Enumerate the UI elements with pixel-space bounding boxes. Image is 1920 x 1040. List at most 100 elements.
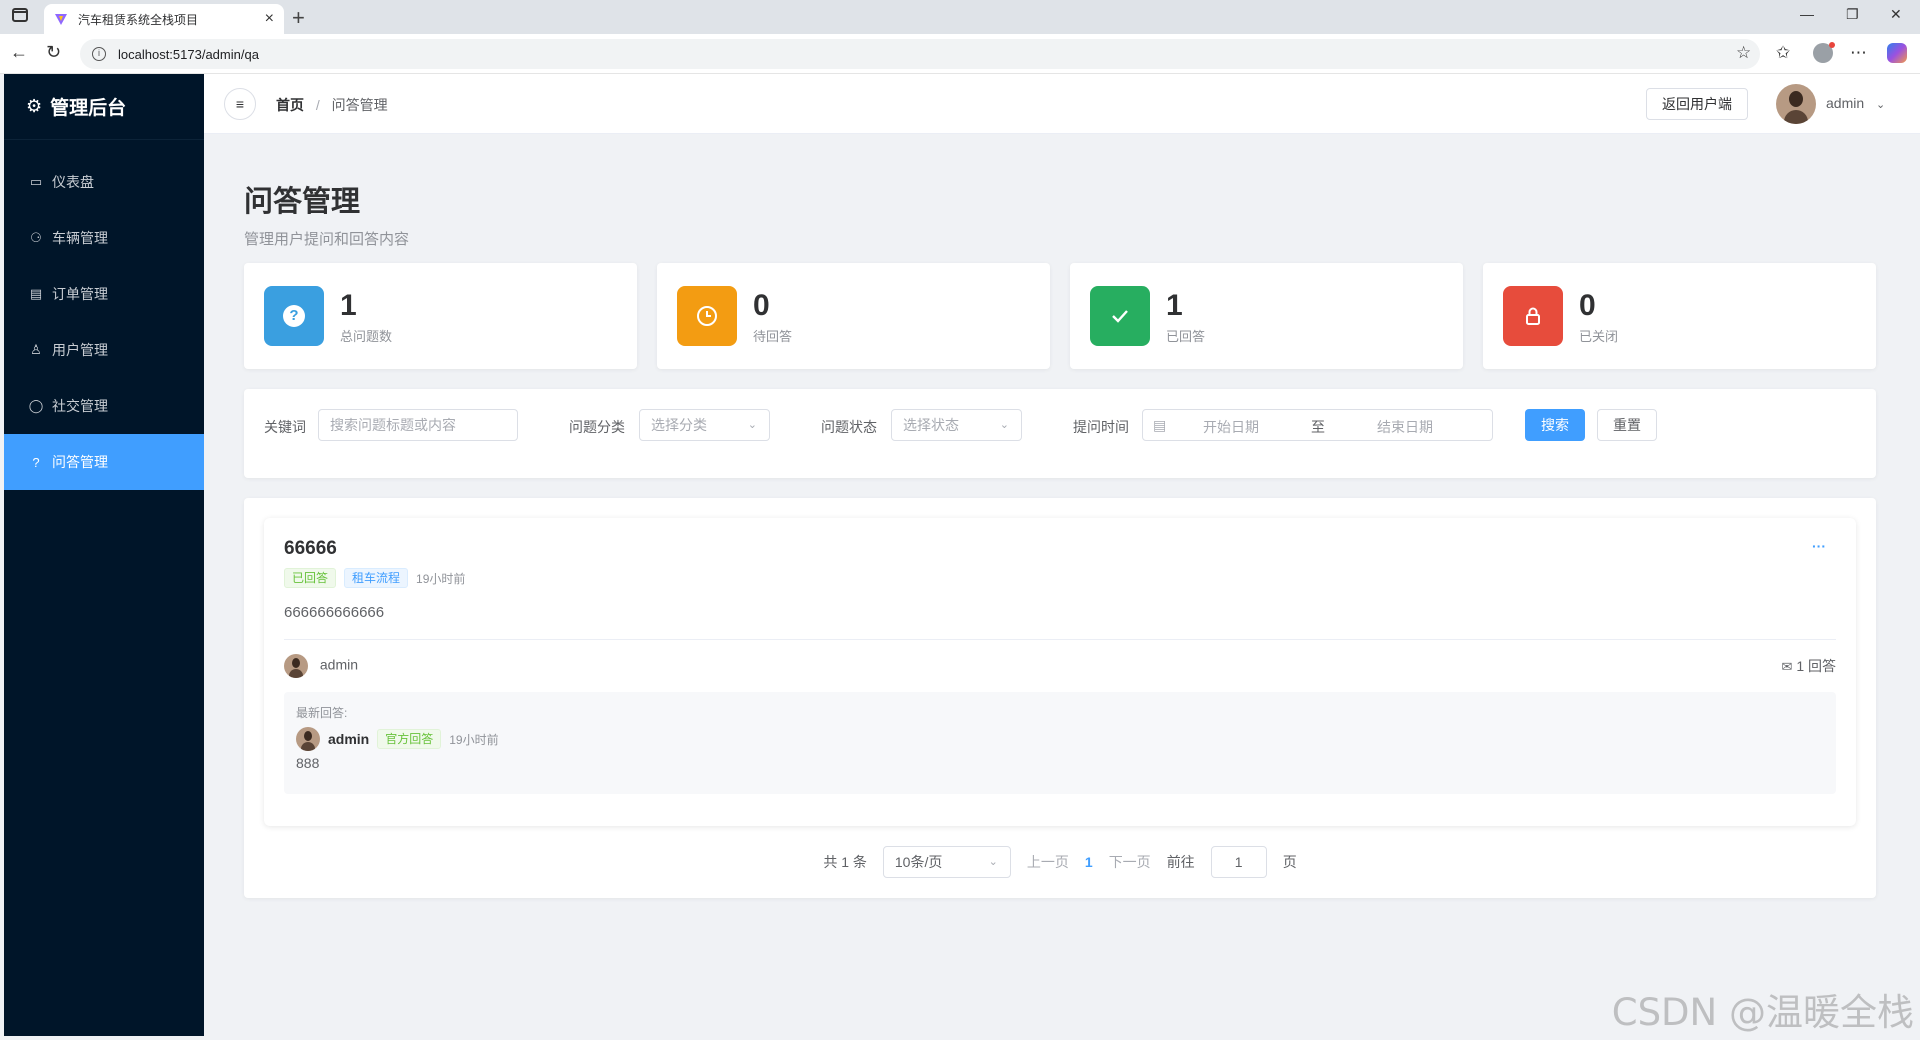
avatar (284, 654, 308, 678)
close-window-icon[interactable]: ✕ (1890, 6, 1902, 23)
tab-title: 汽车租赁系统全栈项目 (78, 12, 199, 27)
dashboard-icon: ▭ (29, 174, 43, 189)
avatar[interactable] (1776, 84, 1816, 124)
stat-label: 总问题数 (340, 328, 393, 344)
avatar (296, 727, 320, 751)
username: admin (1826, 95, 1865, 111)
page-size-select[interactable]: 10条/页 ⌄ (882, 846, 1011, 878)
status-label: 问题状态 (821, 419, 877, 435)
question-content: 666666666666 (284, 604, 385, 621)
reset-button[interactable]: 重置 (1597, 409, 1657, 441)
question-list-panel: 66666 ··· 已回答 租车流程 19小时前 666666666666 ad… (244, 498, 1876, 898)
goto-page-input[interactable]: 1 (1210, 846, 1267, 878)
question-tags: 已回答 租车流程 19小时前 (284, 568, 1836, 588)
time-label: 提问时间 (1073, 419, 1129, 435)
sidebar-item-label: 订单管理 (52, 286, 108, 302)
reload-icon[interactable]: ↻ (46, 42, 61, 63)
sidebar-item-label: 社交管理 (52, 398, 108, 414)
stat-label: 已关闭 (1579, 328, 1619, 344)
sidebar-item-dashboard[interactable]: ▭ 仪表盘 (4, 154, 204, 210)
bike-icon: ⚆ (30, 230, 42, 245)
vite-logo-icon (55, 14, 67, 25)
author-name: admin (319, 656, 359, 673)
stat-label: 已回答 (1166, 328, 1206, 344)
sidebar-item-orders[interactable]: ▤ 订单管理 (4, 266, 204, 322)
question-title[interactable]: 66666 (284, 538, 1836, 560)
next-page-button[interactable]: 下一页 (1109, 852, 1151, 872)
page-suffix: 页 (1282, 854, 1297, 870)
minimize-icon[interactable]: — (1800, 6, 1814, 22)
start-date-input[interactable]: 开始日期 (1203, 417, 1259, 437)
stat-card-answered: 1 已回答 (1070, 263, 1463, 369)
stat-card-pending: 0 待回答 (657, 263, 1050, 369)
brand-title: 管理后台 (50, 98, 127, 119)
close-tab-icon[interactable]: × (265, 10, 274, 28)
browser-addressbar: ← ↻ i localhost:5173/admin/qa ☆ ✩ ⋯ (0, 34, 1920, 74)
stat-card-total: ? 1 总问题数 (244, 263, 637, 369)
breadcrumb-current: 问答管理 (331, 97, 388, 113)
latest-answer: 最新回答: admin 官方回答 19小时前 888 (284, 692, 1836, 794)
back-arrow-icon[interactable]: ← (10, 42, 28, 63)
url-bar[interactable]: i localhost:5173/admin/qa (80, 39, 1760, 69)
breadcrumb-home[interactable]: 首页 (276, 97, 304, 113)
answer-time: 19小时前 (449, 732, 499, 747)
browser-tab[interactable]: 汽车租赁系统全栈项目 × (44, 4, 284, 34)
sidebar-item-users[interactable]: ♙ 用户管理 (4, 322, 204, 378)
prev-page-button[interactable]: 上一页 (1027, 852, 1069, 872)
sidebar-item-social[interactable]: ◯ 社交管理 (4, 378, 204, 434)
chevron-down-icon: ⌄ (999, 419, 1009, 431)
page-number-current[interactable]: 1 (1085, 854, 1093, 870)
page-subtitle: 管理用户提问和回答内容 (244, 231, 410, 248)
check-icon (1090, 286, 1150, 346)
end-date-input[interactable]: 结束日期 (1377, 417, 1433, 437)
breadcrumb-separator: / (315, 97, 320, 113)
sidebar-item-vehicles[interactable]: ⚆ 车辆管理 (4, 210, 204, 266)
keyword-label: 关键词 (264, 419, 306, 435)
favorite-star-icon[interactable]: ☆ (1736, 43, 1751, 63)
more-menu-icon[interactable]: ⋯ (1850, 43, 1867, 63)
chevron-down-icon: ⌄ (1876, 99, 1886, 111)
main-content: 问答管理 管理用户提问和回答内容 ? 1 总问题数 0 待回答 1 已回答 0 … (244, 134, 1876, 898)
goto-label: 前往 (1166, 854, 1195, 870)
sidebar-item-label: 用户管理 (52, 342, 108, 358)
status-placeholder: 选择状态 (903, 417, 959, 433)
watermark: CSDN @温暖全栈 (1611, 991, 1914, 1034)
question-card[interactable]: 66666 ··· 已回答 租车流程 19小时前 666666666666 ad… (264, 518, 1856, 826)
date-range-picker[interactable]: ▤ 开始日期 至 结束日期 (1142, 409, 1493, 441)
user-menu[interactable]: admin ⌄ (1826, 95, 1885, 111)
document-icon: ▤ (29, 286, 43, 301)
official-answer-badge: 官方回答 (377, 729, 442, 749)
chevron-down-icon: ⌄ (747, 419, 757, 431)
more-actions-icon[interactable]: ··· (1812, 538, 1826, 554)
sidebar-item-label: 仪表盘 (52, 174, 94, 190)
copilot-icon[interactable] (1887, 43, 1907, 63)
menu-collapse-button[interactable]: ≡ (224, 88, 256, 120)
keyword-input[interactable]: 搜索问题标题或内容 (318, 409, 518, 441)
page-title: 问答管理 (244, 186, 361, 218)
browser-tabbar: 汽车租赁系统全栈项目 × + — ❐ ✕ (0, 0, 1920, 34)
user-icon: ♙ (30, 342, 42, 357)
back-to-user-button[interactable]: 返回用户端 (1646, 88, 1748, 120)
category-placeholder: 选择分类 (651, 417, 707, 433)
sidebar-item-qa[interactable]: ? 问答管理 (4, 434, 204, 490)
new-tab-icon[interactable]: + (292, 5, 305, 31)
profile-icon[interactable] (1813, 42, 1835, 63)
latest-answer-meta: admin 官方回答 19小时前 (296, 727, 1824, 751)
stat-value: 0 (1579, 288, 1596, 322)
sidebar-toggle-icon[interactable] (12, 8, 28, 22)
question-footer: admin ✉ 1 回答 (284, 654, 1836, 678)
filter-panel: 关键词 搜索问题标题或内容 问题分类 选择分类 ⌄ 问题状态 选择状态 ⌄ 提问… (244, 389, 1876, 478)
sidebar-brand: ⚙ 管理后台 (4, 74, 204, 140)
lock-icon (1503, 286, 1563, 346)
category-label: 问题分类 (569, 419, 625, 435)
question-time: 19小时前 (416, 571, 466, 586)
category-select[interactable]: 选择分类 ⌄ (639, 409, 770, 441)
favorites-list-icon[interactable]: ✩ (1776, 43, 1790, 63)
gear-icon: ⚙ (26, 96, 43, 116)
stat-value: 1 (340, 288, 357, 322)
site-info-icon[interactable]: i (92, 47, 106, 61)
restore-icon[interactable]: ❐ (1846, 6, 1859, 23)
search-button[interactable]: 搜索 (1525, 409, 1585, 441)
status-select[interactable]: 选择状态 ⌄ (891, 409, 1022, 441)
pagination-total: 共 1 条 (823, 854, 867, 870)
